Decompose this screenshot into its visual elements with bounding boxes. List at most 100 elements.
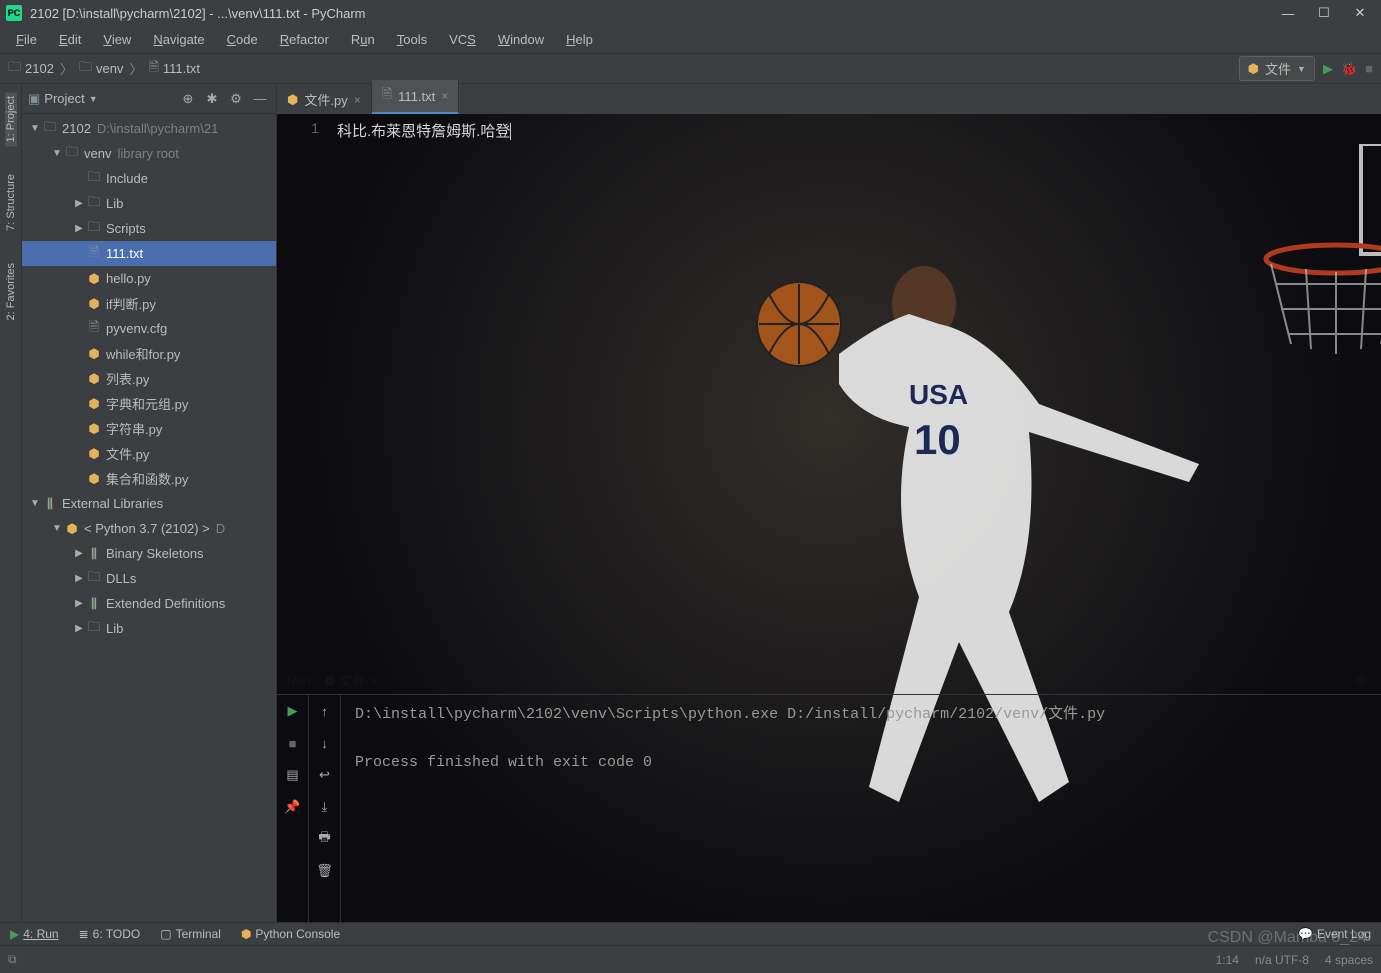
lib-icon: ⫼ (86, 596, 102, 612)
expand-arrow-icon[interactable]: ▶ (72, 598, 86, 609)
expand-arrow-icon[interactable]: ▶ (72, 548, 86, 559)
breadcrumb-item[interactable]: 🗀venv (79, 58, 123, 80)
py-icon: ⬢ (86, 296, 102, 312)
rerun-icon[interactable]: ▶ (283, 701, 303, 721)
tree-item[interactable]: 🗎pyvenv.cfg (22, 316, 276, 341)
folder-icon: 🗀 (8, 58, 21, 80)
menu-help[interactable]: Help (556, 29, 603, 50)
gear-icon[interactable]: ⚙ (226, 89, 246, 109)
side-tab-favorites[interactable]: 2: Favorites (5, 259, 17, 324)
menu-run[interactable]: Run (341, 29, 385, 50)
locate-icon[interactable]: ⊕ (178, 89, 198, 109)
tree-item[interactable]: ▶🗀Lib (22, 616, 276, 641)
expand-arrow-icon[interactable]: ▶ (72, 623, 86, 634)
indent-config[interactable]: 4 spaces (1325, 953, 1373, 967)
encoding[interactable]: n/a UTF-8 (1255, 953, 1309, 967)
py-icon: ⬢ (86, 396, 102, 412)
menu-tools[interactable]: Tools (387, 29, 437, 50)
py-icon: ⬢ (86, 421, 102, 437)
caret-position[interactable]: 1:14 (1216, 953, 1239, 967)
expand-all-icon[interactable]: ✱ (202, 89, 222, 109)
tree-item[interactable]: ⬢hello.py (22, 266, 276, 291)
close-button[interactable]: ✕ (1353, 6, 1367, 20)
expand-arrow-icon[interactable]: ▼ (50, 523, 64, 534)
expand-arrow-icon[interactable]: ▶ (72, 223, 86, 234)
tree-item[interactable]: 🗀Include (22, 166, 276, 191)
menu-navigate[interactable]: Navigate (143, 29, 214, 50)
tree-item[interactable]: ⬢集合和函数.py (22, 466, 276, 491)
menu-code[interactable]: Code (217, 29, 268, 50)
run-button[interactable]: ▶ (1323, 61, 1333, 77)
soft-wrap-icon[interactable]: ↩ (315, 765, 335, 785)
folder-icon: 🗀 (86, 618, 102, 640)
editor-content[interactable]: 科比.布莱恩特詹姆斯.哈登 (337, 114, 1381, 668)
print-icon[interactable]: 🖶 (315, 829, 335, 849)
project-tree[interactable]: ▼🗀2102D:\install\pycharm\21▼🗀venvlibrary… (22, 114, 276, 922)
run-output[interactable]: D:\install\pycharm\2102\venv\Scripts\pyt… (341, 695, 1381, 922)
terminal-tab-button[interactable]: ▢ Terminal (160, 927, 221, 941)
pin-icon[interactable]: 📌 (283, 797, 303, 817)
project-panel-title: Project (44, 91, 84, 106)
side-tab-project[interactable]: 1: Project (5, 92, 17, 146)
tree-item[interactable]: ⬢字典和元组.py (22, 391, 276, 416)
close-icon[interactable]: × (354, 93, 361, 107)
side-tab-structure[interactable]: 7: Structure (5, 170, 17, 235)
folder-icon: 🗀 (86, 568, 102, 590)
editor-tab[interactable]: ⬢文件.py× (277, 85, 372, 114)
debug-button[interactable]: 🐞 (1341, 61, 1357, 77)
tree-item[interactable]: ▼⫼External Libraries (22, 491, 276, 516)
scroll-to-end-icon[interactable]: ⤓ (315, 797, 335, 817)
breadcrumb-item[interactable]: 🗎111.txt (148, 58, 200, 80)
expand-arrow-icon[interactable]: ▶ (72, 198, 86, 209)
tree-item[interactable]: ⬢文件.py (22, 441, 276, 466)
expand-arrow-icon[interactable]: ▶ (72, 573, 86, 584)
expand-arrow-icon[interactable]: ▼ (50, 148, 64, 159)
tree-item[interactable]: ⬢while和for.py (22, 341, 276, 366)
stop-icon[interactable]: ■ (283, 733, 303, 753)
tree-item[interactable]: ▶🗀DLLs (22, 566, 276, 591)
tree-item[interactable]: ▶⫼Extended Definitions (22, 591, 276, 616)
expand-arrow-icon[interactable]: ▼ (28, 498, 42, 509)
chevron-down-icon[interactable]: ▼ (89, 94, 98, 104)
run-tab-button[interactable]: ▶ 4: Run (10, 927, 59, 941)
tree-item[interactable]: ▶⫼Binary Skeletons (22, 541, 276, 566)
up-icon[interactable]: ↑ (315, 701, 335, 721)
stop-button[interactable]: ■ (1365, 61, 1373, 76)
todo-tab-button[interactable]: ≣ 6: TODO (79, 927, 141, 941)
python-console-tab-button[interactable]: ⬢ Python Console (241, 927, 340, 941)
editor-tabs: ⬢文件.py×🗎111.txt× (277, 84, 1381, 114)
breadcrumb-item[interactable]: 🗀2102 (8, 58, 54, 80)
tree-item[interactable]: 🗎111.txt (22, 241, 276, 266)
tree-item[interactable]: ▶🗀Scripts (22, 216, 276, 241)
txt-icon: 🗎 (86, 243, 102, 265)
menu-view[interactable]: View (93, 29, 141, 50)
layout-icon[interactable]: ▤ (283, 765, 303, 785)
trash-icon[interactable]: 🗑 (315, 861, 335, 881)
tree-item[interactable]: ▼🗀2102D:\install\pycharm\21 (22, 116, 276, 141)
tree-item[interactable]: ▼🗀venvlibrary root (22, 141, 276, 166)
hide-icon[interactable]: — (250, 89, 270, 109)
menu-edit[interactable]: Edit (49, 29, 91, 50)
lib-icon: ⫼ (42, 496, 58, 512)
window-title: 2102 [D:\install\pycharm\2102] - ...\ven… (30, 6, 1281, 21)
menu-window[interactable]: Window (488, 29, 554, 50)
menu-refactor[interactable]: Refactor (270, 29, 339, 50)
py-icon: ⬢ (287, 92, 298, 108)
run-tool-window: ▶ ■ ▤ 📌 ↑ ↓ ↩ ⤓ 🖶 🗑 D:\install\pycharm\2… (277, 694, 1381, 922)
down-icon[interactable]: ↓ (315, 733, 335, 753)
close-icon[interactable]: × (441, 89, 448, 103)
tree-item[interactable]: ▼⬢< Python 3.7 (2102) >D (22, 516, 276, 541)
run-config-combo[interactable]: ⬢ 文件 ▼ (1239, 56, 1315, 81)
windows-icon[interactable]: ⧉ (8, 952, 17, 967)
minimize-button[interactable]: — (1281, 6, 1295, 20)
tree-item[interactable]: ⬢字符串.py (22, 416, 276, 441)
editor-tab[interactable]: 🗎111.txt× (372, 80, 460, 114)
titlebar: PC 2102 [D:\install\pycharm\2102] - ...\… (0, 0, 1381, 26)
tree-item[interactable]: ▶🗀Lib (22, 191, 276, 216)
maximize-button[interactable]: ☐ (1317, 6, 1331, 20)
expand-arrow-icon[interactable]: ▼ (28, 123, 42, 134)
menu-vcs[interactable]: VCS (439, 29, 486, 50)
tree-item[interactable]: ⬢列表.py (22, 366, 276, 391)
tree-item[interactable]: ⬢if判断.py (22, 291, 276, 316)
menu-file[interactable]: File (6, 29, 47, 50)
